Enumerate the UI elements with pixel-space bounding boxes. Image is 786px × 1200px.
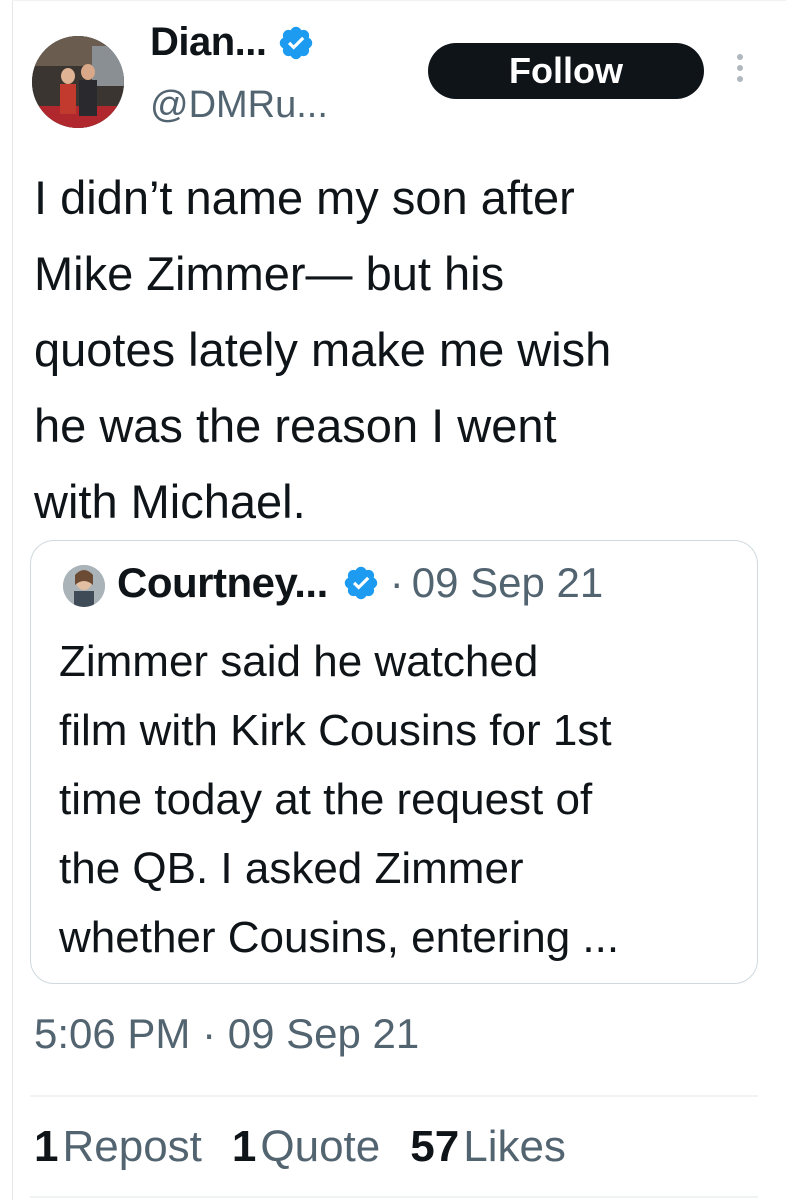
follow-button[interactable]: Follow bbox=[428, 43, 704, 99]
stat-reposts[interactable]: 1Repost bbox=[34, 1122, 202, 1172]
verified-badge-icon bbox=[344, 566, 377, 600]
author-avatar-image bbox=[32, 36, 124, 128]
quoted-separator: · bbox=[389, 559, 404, 606]
stat-label: Quote bbox=[260, 1122, 381, 1171]
quoted-tweet-text: Zimmer said he watched film with Kirk Co… bbox=[59, 637, 620, 962]
stat-quotes[interactable]: 1Quote bbox=[232, 1122, 380, 1172]
quoted-avatar-image bbox=[63, 565, 105, 607]
author-avatar[interactable] bbox=[32, 36, 124, 128]
divider bbox=[30, 1095, 758, 1097]
more-vertical-icon[interactable] bbox=[732, 54, 748, 88]
stat-count: 1 bbox=[231, 1122, 257, 1171]
window-left-edge bbox=[0, 0, 13, 1200]
stat-count: 1 bbox=[34, 1122, 59, 1171]
stat-count: 57 bbox=[410, 1122, 460, 1171]
stat-label: Repost bbox=[62, 1122, 202, 1171]
author-name-row: Dian... bbox=[150, 20, 315, 65]
quoted-tweet-card[interactable]: Courtney... · 09 Sep 21 Zimmer said he w… bbox=[30, 540, 758, 984]
stat-likes[interactable]: 57Likes bbox=[410, 1122, 566, 1172]
quoted-header-row: Courtney... · 09 Sep 21 bbox=[117, 559, 603, 607]
engagement-stats: 1Repost 1Quote 57Likes bbox=[34, 1122, 596, 1172]
quoted-date[interactable]: 09 Sep 21 bbox=[412, 559, 604, 607]
divider bbox=[30, 1196, 758, 1198]
tweet-timestamp[interactable]: 5:06 PM · 09 Sep 21 bbox=[34, 1010, 419, 1058]
verified-badge-icon bbox=[279, 26, 312, 59]
author-handle[interactable]: @DMRu... bbox=[150, 84, 328, 127]
quoted-author-avatar[interactable] bbox=[63, 565, 105, 607]
tweet-text: I didn’t name my son after Mike Zimmer— … bbox=[34, 171, 612, 528]
author-display-name[interactable]: Dian... bbox=[150, 20, 267, 65]
quoted-display-name[interactable]: Courtney... bbox=[117, 559, 328, 607]
top-border bbox=[12, 0, 786, 1]
stat-label: Likes bbox=[463, 1122, 566, 1171]
